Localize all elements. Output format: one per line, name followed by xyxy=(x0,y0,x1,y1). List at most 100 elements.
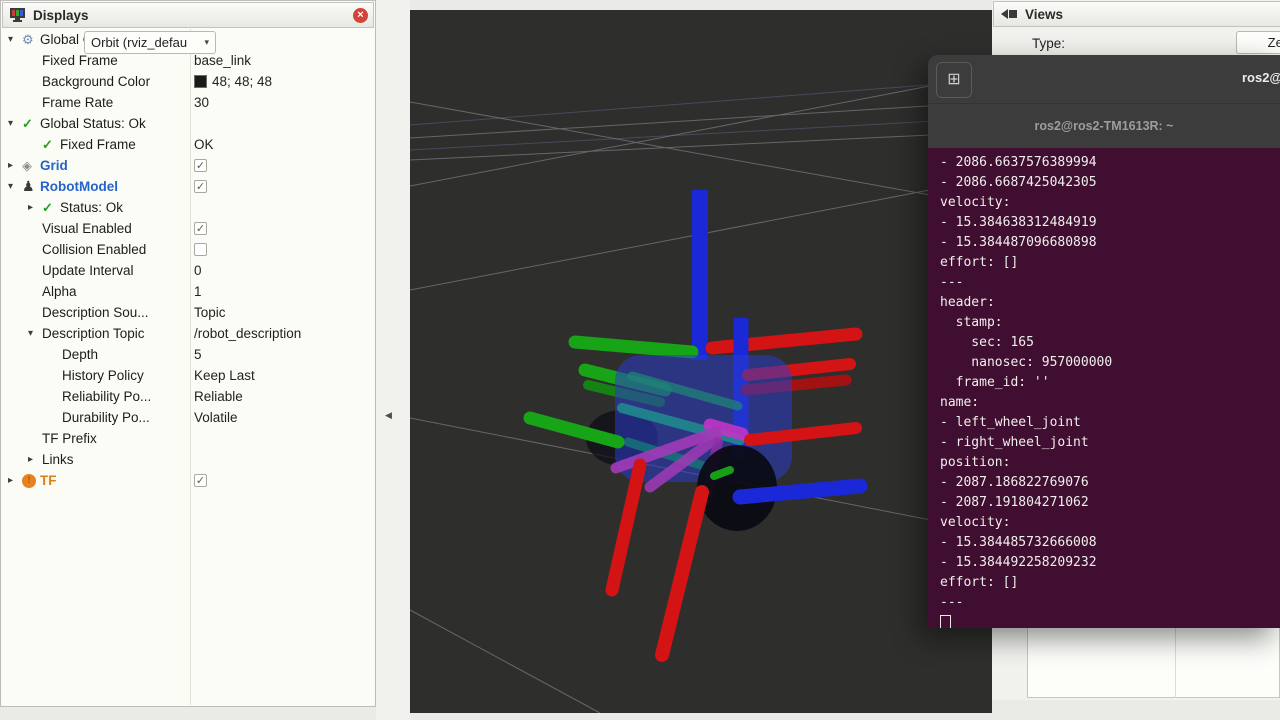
tree-row[interactable]: Collision Enabled xyxy=(2,239,374,260)
terminal-titlebar[interactable]: ⊞ ros2@ xyxy=(928,55,1280,103)
checkbox[interactable]: ✓ xyxy=(194,222,207,235)
tree-row[interactable]: TF Prefix xyxy=(2,428,374,449)
terminal-line: position: xyxy=(940,453,1280,473)
property-value[interactable]: Keep Last xyxy=(194,368,255,383)
tree-row-left: ▾Description Topic xyxy=(2,326,190,341)
3d-viewport[interactable] xyxy=(410,10,992,713)
tree-row-left: Visual Enabled xyxy=(2,221,190,236)
checkbox[interactable]: ✓ xyxy=(194,159,207,172)
terminal-line: - 15.384487096680898 xyxy=(940,233,1280,253)
tree-row[interactable]: Description Sou...Topic xyxy=(2,302,374,323)
views-panel-header[interactable]: Views xyxy=(993,1,1280,27)
terminal-tab-title[interactable]: ros2@ros2-TM1613R: ~ xyxy=(1035,119,1174,133)
tree-row[interactable]: Visual Enabled ✓ xyxy=(2,218,374,239)
property-value[interactable]: 48; 48; 48 xyxy=(212,74,272,89)
property-label: Durability Po... xyxy=(62,410,150,425)
checkbox[interactable]: ✓ xyxy=(194,180,207,193)
tree-row[interactable]: Background Color48; 48; 48 xyxy=(2,71,374,92)
tree-row[interactable]: Durability Po... Volatile xyxy=(2,407,374,428)
checkbox[interactable]: ✓ xyxy=(194,474,207,487)
tree-row[interactable]: Frame Rate30 xyxy=(2,92,374,113)
view-type-select[interactable]: Orbit (rviz_defau ▾ xyxy=(84,31,216,54)
expander-icon[interactable]: ▾ xyxy=(28,328,42,339)
terminal-tab-bar[interactable]: ros2@ros2-TM1613R: ~ xyxy=(928,103,1280,148)
tree-row-value-cell: 30 xyxy=(194,92,209,113)
terminal-line: name: xyxy=(940,393,1280,413)
property-value[interactable]: 30 xyxy=(194,95,209,110)
tree-row-left: Reliability Po... xyxy=(2,389,190,404)
view-type-value: Orbit (rviz_defau xyxy=(91,35,187,50)
terminal-line: - left_wheel_joint xyxy=(940,413,1280,433)
terminal-window: ⊞ ros2@ ros2@ros2-TM1613R: ~ - 2086.6637… xyxy=(928,55,1280,628)
property-value[interactable]: 0 xyxy=(194,263,202,278)
tree-row[interactable]: ▾Description Topic/robot_description xyxy=(2,323,374,344)
close-icon[interactable]: × xyxy=(353,8,368,23)
robot-icon: ♟ xyxy=(22,178,40,195)
tree-row[interactable]: ▾✓Global Status: Ok xyxy=(2,113,374,134)
tree-row-left: Update Interval xyxy=(2,263,190,278)
property-value[interactable]: /robot_description xyxy=(194,326,301,341)
property-value[interactable]: Volatile xyxy=(194,410,238,425)
terminal-line: - 2087.191804271062 xyxy=(940,493,1280,513)
tree-row[interactable]: Alpha 1 xyxy=(2,281,374,302)
expander-icon[interactable]: ▾ xyxy=(8,181,22,192)
property-label: Global Status: Ok xyxy=(40,116,146,131)
terminal-line: velocity: xyxy=(940,193,1280,213)
terminal-window-title: ros2@ xyxy=(1242,70,1280,85)
expander-icon[interactable]: ▾ xyxy=(8,118,22,129)
terminal-line: - 15.384638312484919 xyxy=(940,213,1280,233)
tree-row[interactable]: History Policy Keep Last xyxy=(2,365,374,386)
tree-row[interactable]: ▾♟RobotModel ✓ xyxy=(2,176,374,197)
property-value[interactable]: 1 xyxy=(194,284,202,299)
terminal-line: - right_wheel_joint xyxy=(940,433,1280,453)
property-label: Alpha xyxy=(42,284,77,299)
collapse-handle-icon[interactable]: ◀ xyxy=(385,410,392,421)
tree-row-value-cell: Keep Last xyxy=(194,365,255,386)
property-label: TF xyxy=(40,473,57,488)
property-label: TF Prefix xyxy=(42,431,97,446)
property-value[interactable]: base_link xyxy=(194,53,251,68)
tree-row-left: ▸Links xyxy=(2,452,190,467)
expander-icon[interactable]: ▾ xyxy=(8,34,22,45)
zero-button[interactable]: Zero xyxy=(1236,31,1280,54)
tree-row-value-cell: 1 xyxy=(194,281,202,302)
new-tab-button[interactable]: ⊞ xyxy=(936,62,972,98)
property-value[interactable]: Reliable xyxy=(194,389,243,404)
tree-row[interactable]: ✓Fixed FrameOK xyxy=(2,134,374,155)
tree-row-left: ▸✓Status: Ok xyxy=(2,200,190,216)
terminal-line: velocity: xyxy=(940,513,1280,533)
robot-model-render xyxy=(410,10,992,713)
tree-row-value-cell xyxy=(194,239,207,260)
tree-row[interactable]: Reliability Po... Reliable xyxy=(2,386,374,407)
displays-panel-header[interactable]: Displays × xyxy=(2,2,374,28)
property-value[interactable]: Topic xyxy=(194,305,226,320)
property-label: Reliability Po... xyxy=(62,389,151,404)
tree-row[interactable]: ▸✓Status: Ok xyxy=(2,197,374,218)
terminal-line: effort: [] xyxy=(940,253,1280,273)
expander-icon[interactable]: ▸ xyxy=(8,160,22,171)
tree-row[interactable]: ▸!TF✓ xyxy=(2,470,374,491)
tree-row-left: History Policy xyxy=(2,368,190,383)
tree-row-value-cell: ✓ xyxy=(194,470,207,491)
property-value[interactable]: OK xyxy=(194,137,214,152)
tree-row[interactable]: ▸Links xyxy=(2,449,374,470)
expander-icon[interactable]: ▸ xyxy=(8,475,22,486)
view-type-label: Type: xyxy=(1032,36,1065,51)
property-value[interactable]: 5 xyxy=(194,347,202,362)
tree-row[interactable]: Update Interval 0 xyxy=(2,260,374,281)
checkbox[interactable] xyxy=(194,243,207,256)
tree-row[interactable]: ▸◈Grid✓ xyxy=(2,155,374,176)
terminal-body[interactable]: - 2086.6637576389994- 2086.6687425042305… xyxy=(928,148,1280,628)
tree-row-left: TF Prefix xyxy=(2,431,190,446)
property-label: RobotModel xyxy=(40,179,118,194)
terminal-line: --- xyxy=(940,273,1280,293)
tree-row-value-cell: Topic xyxy=(194,302,226,323)
displays-icon xyxy=(9,7,27,23)
tree-row-value-cell: Reliable xyxy=(194,386,243,407)
views-icon xyxy=(999,7,1019,21)
terminal-line: - 2086.6637576389994 xyxy=(940,153,1280,173)
expander-icon[interactable]: ▸ xyxy=(28,454,42,465)
tree-row-left: Durability Po... xyxy=(2,410,190,425)
tree-row[interactable]: Depth5 xyxy=(2,344,374,365)
expander-icon[interactable]: ▸ xyxy=(28,202,42,213)
